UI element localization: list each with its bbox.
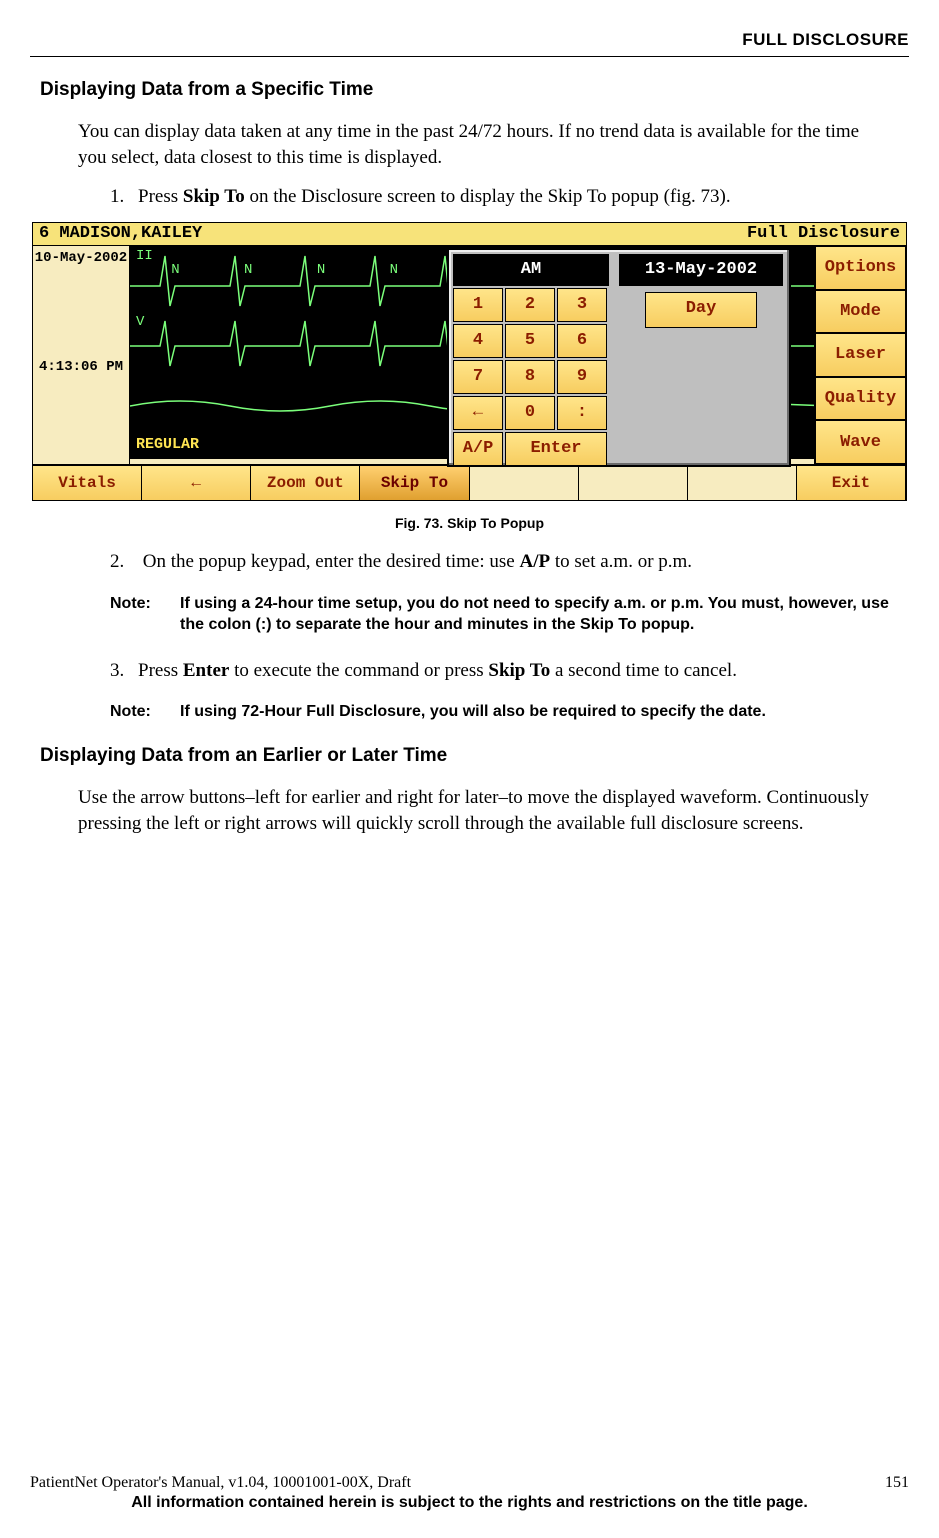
- step-2-text-c: to set a.m. or p.m.: [550, 551, 692, 572]
- header-rule: [30, 56, 909, 57]
- page-header: FULL DISCLOSURE: [30, 30, 909, 50]
- key-2[interactable]: 2: [505, 288, 555, 322]
- laser-button[interactable]: Laser: [814, 333, 906, 377]
- figure-skipto: 6 MADISON,KAILEY Full Disclosure 10-May-…: [32, 222, 907, 501]
- step-2-bold: A/P: [519, 551, 550, 572]
- footer-notice: All information contained herein is subj…: [30, 1494, 909, 1512]
- date-display: 13-May-2002: [619, 254, 783, 286]
- vitals-button[interactable]: Vitals: [33, 466, 142, 500]
- key-4[interactable]: 4: [453, 324, 503, 358]
- titlebar-patient: 6 MADISON,KAILEY: [39, 223, 202, 245]
- options-button[interactable]: Options: [814, 246, 906, 290]
- key-1[interactable]: 1: [453, 288, 503, 322]
- note-2: Note: If using 72-Hour Full Disclosure, …: [110, 701, 889, 723]
- note-1-label: Note:: [110, 593, 180, 636]
- step-2-num: 2.: [110, 549, 138, 575]
- step-1-num: 1.: [110, 184, 138, 210]
- step-2: 2. On the popup keypad, enter the desire…: [110, 549, 889, 575]
- footer-page-number: 151: [885, 1474, 909, 1492]
- step-2-text-a: On the popup keypad, enter the desired t…: [138, 551, 519, 572]
- exit-button[interactable]: Exit: [797, 466, 906, 500]
- blank-button-3: [688, 466, 797, 500]
- step-1: 1.Press Skip To on the Disclosure screen…: [110, 184, 889, 210]
- time-cell: 4:13:06 PM: [33, 355, 129, 464]
- key-backspace[interactable]: ←: [453, 396, 503, 430]
- back-arrow-button[interactable]: ←: [142, 466, 251, 500]
- key-enter[interactable]: Enter: [505, 432, 607, 466]
- step-3: 3.Press Enter to execute the command or …: [110, 658, 889, 684]
- zoom-out-button[interactable]: Zoom Out: [251, 466, 360, 500]
- section-heading-2: Displaying Data from an Earlier or Later…: [40, 745, 909, 767]
- key-ap[interactable]: A/P: [453, 432, 503, 466]
- step-3-text-a: Press: [138, 660, 183, 681]
- intro-paragraph: You can display data taken at any time i…: [78, 119, 889, 170]
- titlebar-mode: Full Disclosure: [747, 223, 900, 245]
- date-cell: 10-May-2002: [33, 246, 129, 355]
- note-2-label: Note:: [110, 701, 180, 723]
- day-button[interactable]: Day: [645, 292, 757, 328]
- skip-to-button[interactable]: Skip To: [360, 466, 469, 500]
- section-heading-1: Displaying Data from a Specific Time: [40, 79, 909, 101]
- note-2-text: If using 72-Hour Full Disclosure, you wi…: [180, 701, 889, 723]
- figure-caption: Fig. 73. Skip To Popup: [30, 515, 909, 531]
- key-0[interactable]: 0: [505, 396, 555, 430]
- key-colon[interactable]: :: [557, 396, 607, 430]
- keypad-grid: 1 2 3 4 5 6 7 8 9 ← 0 : A/P Enter: [453, 288, 609, 466]
- step-1-bold: Skip To: [183, 186, 245, 207]
- step-3-bold-1: Enter: [183, 660, 229, 681]
- key-5[interactable]: 5: [505, 324, 555, 358]
- quality-button[interactable]: Quality: [814, 377, 906, 421]
- step-3-num: 3.: [110, 658, 138, 684]
- section-2-body: Use the arrow buttons–left for earlier a…: [78, 785, 889, 836]
- key-9[interactable]: 9: [557, 360, 607, 394]
- skip-to-popup: AM 1 2 3 4 5 6 7 8 9 ← 0 : A/P Enter 13-…: [447, 248, 791, 467]
- wave-button[interactable]: Wave: [814, 420, 906, 464]
- step-1-text-c: on the Disclosure screen to display the …: [245, 186, 731, 207]
- note-1: Note: If using a 24-hour time setup, you…: [110, 593, 889, 636]
- blank-button-2: [579, 466, 688, 500]
- keypad-display: AM: [453, 254, 609, 286]
- key-3[interactable]: 3: [557, 288, 607, 322]
- blank-button-1: [470, 466, 579, 500]
- keypad-side: AM 1 2 3 4 5 6 7 8 9 ← 0 : A/P Enter: [449, 250, 613, 465]
- key-8[interactable]: 8: [505, 360, 555, 394]
- step-3-text-c: to execute the command or press: [229, 660, 488, 681]
- date-side: 13-May-2002 Day: [613, 250, 789, 465]
- titlebar: 6 MADISON,KAILEY Full Disclosure: [32, 222, 907, 246]
- step-3-text-e: a second time to cancel.: [550, 660, 737, 681]
- page-footer: PatientNet Operator's Manual, v1.04, 100…: [30, 1474, 909, 1512]
- right-softkey-column: Options Mode Laser Quality Wave: [814, 246, 906, 464]
- step-3-bold-2: Skip To: [488, 660, 550, 681]
- bottom-softkey-bar: Vitals ← Zoom Out Skip To Exit: [32, 464, 907, 501]
- mode-button[interactable]: Mode: [814, 290, 906, 334]
- key-6[interactable]: 6: [557, 324, 607, 358]
- left-column: 10-May-2002 4:13:06 PM: [33, 246, 130, 464]
- step-1-text-a: Press: [138, 186, 183, 207]
- footer-left: PatientNet Operator's Manual, v1.04, 100…: [30, 1474, 411, 1492]
- key-7[interactable]: 7: [453, 360, 503, 394]
- note-1-text: If using a 24-hour time setup, you do no…: [180, 593, 889, 636]
